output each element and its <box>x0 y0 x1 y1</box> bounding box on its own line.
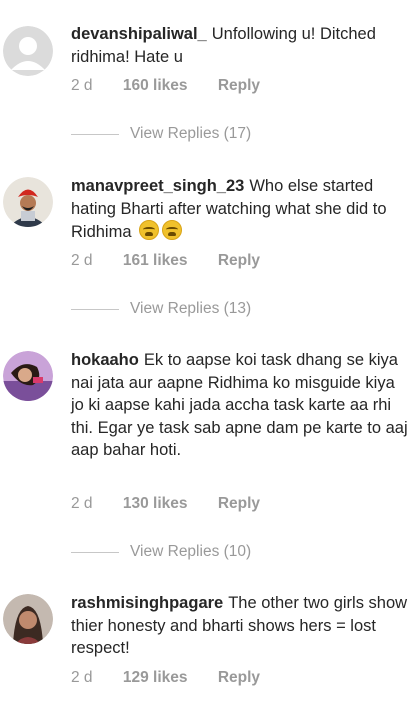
likes-count[interactable]: 130 likes <box>123 495 188 512</box>
comment-time: 2 d <box>71 77 93 94</box>
comment-meta: 2 d 130 likes Reply <box>71 495 286 513</box>
divider <box>71 133 119 135</box>
reply-button[interactable]: Reply <box>218 252 260 269</box>
user-photo <box>3 177 53 227</box>
user-photo <box>3 594 53 644</box>
weary-face-emoji <box>162 220 183 240</box>
reply-button[interactable]: Reply <box>218 495 260 512</box>
view-replies-label: View Replies (13) <box>130 300 252 317</box>
view-replies-button[interactable]: View Replies (10) <box>71 543 251 561</box>
comment-meta: 2 d 129 likes Reply <box>71 669 286 687</box>
comment-time: 2 d <box>71 252 93 269</box>
comment-text: devanshipaliwal_ Unfollowing u! Ditched r… <box>71 23 412 68</box>
weary-face-emoji <box>139 220 160 240</box>
comment-time: 2 d <box>71 669 93 686</box>
comment-username[interactable]: rashmisinghpagare <box>71 594 223 612</box>
avatar[interactable] <box>3 177 53 227</box>
view-replies-label: View Replies (10) <box>130 543 252 560</box>
user-photo <box>3 351 53 401</box>
divider <box>71 551 119 553</box>
comment-text: hokaaho Ek to aapse koi task dhang se kiy… <box>71 349 412 462</box>
comment-username[interactable]: manavpreet_singh_23 <box>71 177 244 195</box>
likes-count[interactable]: 161 likes <box>123 252 188 269</box>
reply-button[interactable]: Reply <box>218 669 260 686</box>
view-replies-label: View Replies (17) <box>130 125 252 142</box>
comment-username[interactable]: hokaaho <box>71 351 139 369</box>
comment-time: 2 d <box>71 495 93 512</box>
comment-text: rashmisinghpagare The other two girls sho… <box>71 592 412 660</box>
likes-count[interactable]: 129 likes <box>123 669 188 686</box>
view-replies-button[interactable]: View Replies (13) <box>71 300 251 318</box>
avatar[interactable] <box>3 26 53 76</box>
likes-count[interactable]: 160 likes <box>123 77 188 94</box>
divider <box>71 308 119 310</box>
reply-button[interactable]: Reply <box>218 77 260 94</box>
view-replies-button[interactable]: View Replies (17) <box>71 125 251 143</box>
avatar[interactable] <box>3 351 53 401</box>
avatar[interactable] <box>3 594 53 644</box>
comment-meta: 2 d 160 likes Reply <box>71 77 286 95</box>
comment-username[interactable]: devanshipaliwal_ <box>71 25 207 43</box>
comment-text: manavpreet_singh_23 Who else started hati… <box>71 175 412 244</box>
default-avatar-icon <box>3 26 53 76</box>
comment-meta: 2 d 161 likes Reply <box>71 252 286 270</box>
